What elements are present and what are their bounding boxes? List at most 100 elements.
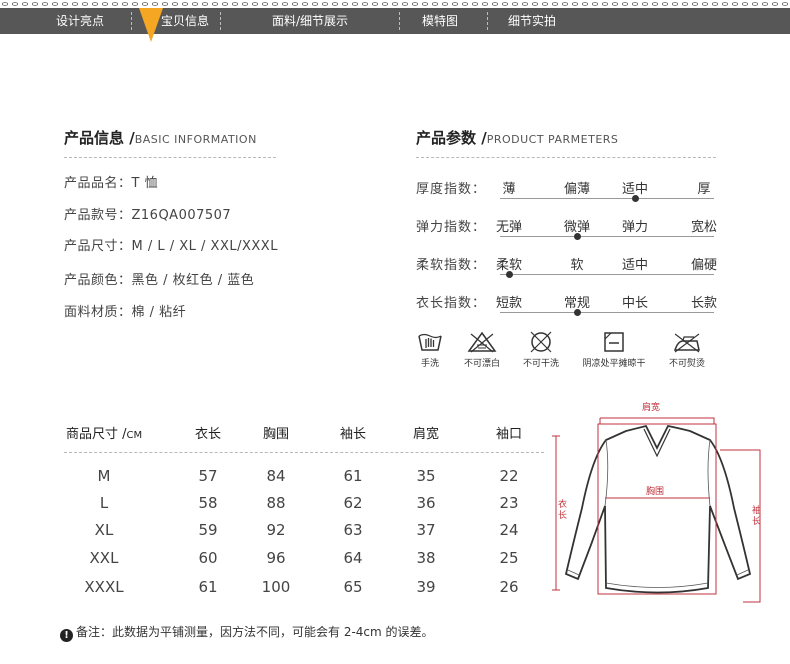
measure-cell: 37	[416, 521, 436, 539]
measure-cell: 92	[266, 521, 286, 539]
measure-cell: 25	[499, 549, 519, 567]
no-iron-icon	[673, 333, 700, 353]
size-unit: CM	[126, 430, 143, 441]
size-cell: XL	[94, 521, 114, 539]
param-option: 厚	[697, 182, 711, 197]
param-option: 软	[570, 258, 584, 273]
nav-item-detail-shots[interactable]: 细节实拍	[496, 8, 568, 34]
care-label: 阴凉处平摊晾干	[582, 359, 646, 369]
param-option: 宽松	[690, 220, 717, 235]
info-line-name: 产品品名：T 恤	[64, 176, 159, 191]
param-scale-line	[500, 312, 714, 313]
param-option: 偏硬	[690, 258, 717, 273]
size-cell: M	[97, 467, 111, 485]
measure-cell: 24	[499, 521, 519, 539]
measure-cell: 59	[198, 521, 218, 539]
param-option: 中长	[621, 296, 648, 311]
care-item-flat-dry: 阴凉处平摊晾干	[574, 330, 654, 369]
size-cell: L	[99, 494, 109, 512]
param-selected-dot	[506, 271, 513, 278]
info-line-sizes: 产品尺寸：M / L / XL / XXL/XXXL	[64, 239, 278, 254]
note-text: 备注：此数据为平铺测量，因方法不同，可能会有 2-4cm 的误差。	[76, 625, 434, 639]
measure-cell: 62	[343, 494, 363, 512]
param-option: 适中	[621, 258, 648, 273]
param-selected-dot	[574, 309, 581, 316]
measure-cell: 100	[261, 578, 291, 596]
info-line-material: 面料材质：棉 / 粘纤	[64, 305, 187, 320]
info-line-sku: 产品款号：Z16QA007507	[64, 208, 232, 223]
param-label: 柔软指数：	[416, 258, 487, 273]
nav-separator	[487, 12, 488, 30]
col-header-chest: 胸围	[262, 427, 289, 442]
measure-cell: 84	[266, 467, 286, 485]
care-label: 手洗	[420, 359, 439, 369]
info-title-cn: 产品信息 /	[64, 129, 135, 147]
param-selected-dot	[574, 233, 581, 240]
param-option: 薄	[502, 182, 516, 197]
measure-cell: 61	[198, 578, 218, 596]
measure-cell: 35	[416, 467, 436, 485]
measure-cell: 36	[416, 494, 436, 512]
param-option: 无弹	[495, 220, 522, 235]
nav-separator	[131, 12, 132, 30]
no-bleach-icon	[467, 331, 497, 353]
care-label: 不可熨烫	[668, 359, 705, 369]
info-title-en: BASIC INFORMATION	[134, 133, 257, 146]
measure-cell: 58	[198, 494, 218, 512]
diagram-label-shoulder: 肩宽	[642, 403, 661, 413]
care-label: 不可漂白	[463, 359, 500, 369]
param-selected-dot	[632, 195, 639, 202]
care-item-hand-wash: 手洗	[415, 330, 445, 369]
care-label: 不可干洗	[522, 359, 559, 369]
size-cell: XXXL	[84, 578, 124, 596]
measure-cell: 64	[343, 549, 363, 567]
care-item-no-bleach: 不可漂白	[457, 330, 507, 369]
params-divider	[416, 157, 716, 158]
measure-cell: 60	[198, 549, 218, 567]
measurement-note: ! 备注：此数据为平铺测量，因方法不同，可能会有 2-4cm 的误差。	[60, 623, 434, 642]
params-section-title: 产品参数 /PRODUCT PARMETERS	[416, 127, 618, 148]
diagram-label-length: 衣长	[558, 500, 568, 521]
info-line-colors: 产品颜色：黑色 / 枚红色 / 蓝色	[64, 273, 255, 288]
info-section-title: 产品信息 /BASIC INFORMATION	[64, 127, 257, 148]
measure-cell: 63	[343, 521, 363, 539]
measure-cell: 38	[416, 549, 436, 567]
nav-item-design[interactable]: 设计亮点	[40, 8, 120, 34]
size-header: 商品尺寸 /CM	[66, 423, 142, 442]
nav-separator	[220, 12, 221, 30]
tshirt-outline-icon	[552, 417, 761, 603]
measure-cell: 57	[198, 467, 218, 485]
no-dry-clean-icon	[530, 331, 552, 353]
nav-item-product-info[interactable]: 宝贝信息	[150, 8, 220, 34]
param-label: 弹力指数：	[416, 220, 487, 235]
param-scale-line	[500, 236, 714, 237]
param-option: 短款	[495, 296, 522, 311]
param-label: 厚度指数：	[416, 182, 487, 197]
col-header-length: 衣长	[194, 427, 221, 442]
param-option: 长款	[690, 296, 717, 311]
hand-wash-icon	[418, 333, 442, 351]
measure-cell: 23	[499, 494, 519, 512]
param-option: 偏薄	[563, 182, 590, 197]
param-label: 衣长指数：	[416, 296, 487, 311]
care-item-no-dry-clean: 不可干洗	[516, 330, 566, 369]
measure-cell: 65	[343, 578, 363, 596]
diagram-label-sleeve: 袖长	[752, 506, 762, 527]
measure-cell: 96	[266, 549, 286, 567]
size-table-divider	[64, 452, 544, 453]
measure-cell: 61	[343, 467, 363, 485]
measure-cell: 88	[266, 494, 286, 512]
measure-cell: 26	[499, 578, 519, 596]
measure-cell: 39	[416, 578, 436, 596]
params-title-cn: 产品参数 /	[416, 129, 487, 147]
info-divider	[64, 157, 276, 158]
col-header-cuff: 袖口	[495, 427, 522, 442]
measure-cell: 22	[499, 467, 519, 485]
col-header-shoulder: 肩宽	[412, 427, 439, 442]
col-header-sleeve: 袖长	[339, 427, 366, 442]
exclamation-icon: !	[60, 629, 73, 642]
tshirt-diagram: 肩宽 胸围 衣长 袖长	[548, 398, 768, 608]
nav-item-model[interactable]: 模特图	[408, 8, 472, 34]
size-cell: XXL	[89, 549, 119, 567]
nav-item-fabric-detail[interactable]: 面料/细节展示	[255, 8, 365, 34]
